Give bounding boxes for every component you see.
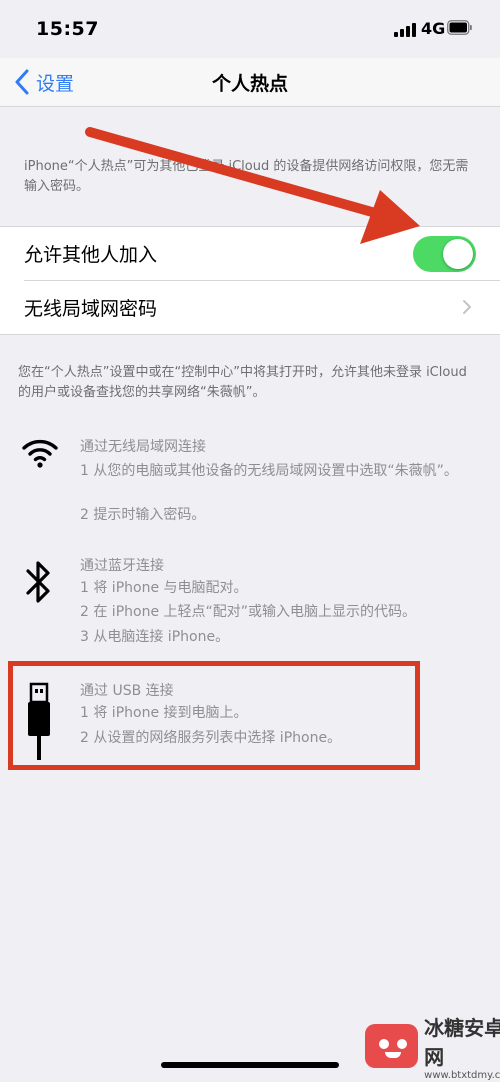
chevron-right-icon — [463, 300, 471, 314]
hotspot-description: iPhone“个人热点”可为其他已登录 iCloud 的设备提供网络访问权限，您… — [24, 159, 469, 194]
bluetooth-step: 1 将 iPhone 与电脑配对。 — [80, 580, 248, 596]
wifi-password-label: 无线局域网密码 — [24, 298, 158, 320]
navigation-bar: 设置 个人热点 — [0, 58, 500, 107]
bluetooth-step: 2 在 iPhone 上轻点“配对”或输入电脑上显示的代码。 — [80, 604, 417, 620]
wifi-step: 2 提示时输入密码。 — [80, 507, 206, 523]
page-title: 个人热点 — [211, 73, 288, 95]
allow-others-label: 允许其他人加入 — [24, 244, 158, 266]
cellular-signal-icon — [394, 21, 416, 37]
network-type: 4G — [421, 19, 446, 38]
status-time: 15:57 — [36, 18, 99, 40]
bluetooth-icon — [26, 561, 50, 603]
bluetooth-method-title: 通过蓝牙连接 — [80, 558, 164, 574]
home-indicator[interactable] — [161, 1062, 339, 1068]
usb-highlight-box — [8, 661, 420, 770]
allow-others-row: 允许其他人加入 — [0, 227, 500, 280]
watermark-text: 冰糖安卓网 www.btxtdmy.com — [424, 1012, 500, 1081]
wifi-password-row[interactable]: 无线局域网密码 — [0, 281, 500, 334]
sharing-info: 您在“个人热点”设置中或在“控制中心”中将其打开时，允许其他未登录 iCloud… — [18, 365, 467, 400]
hotspot-settings-group: 允许其他人加入 无线局域网密码 — [0, 226, 500, 335]
allow-others-toggle[interactable] — [413, 236, 476, 272]
battery-icon — [447, 20, 472, 35]
wifi-step: 1 从您的电脑或其他设备的无线局域网设置中选取“朱薇帆”。 — [80, 463, 458, 479]
watermark-url: www.btxtdmy.com — [424, 1069, 500, 1081]
bluetooth-step: 3 从电脑连接 iPhone。 — [80, 629, 230, 645]
watermark-name: 冰糖安卓网 — [424, 1015, 500, 1069]
site-watermark: 冰糖安卓网 www.btxtdmy.com — [365, 1016, 500, 1081]
toggle-knob — [443, 239, 473, 269]
wifi-icon — [22, 439, 58, 468]
watermark-logo-icon — [365, 1024, 419, 1068]
wifi-method-title: 通过无线局域网连接 — [80, 439, 206, 455]
status-bar: 15:57 4G — [0, 0, 500, 58]
